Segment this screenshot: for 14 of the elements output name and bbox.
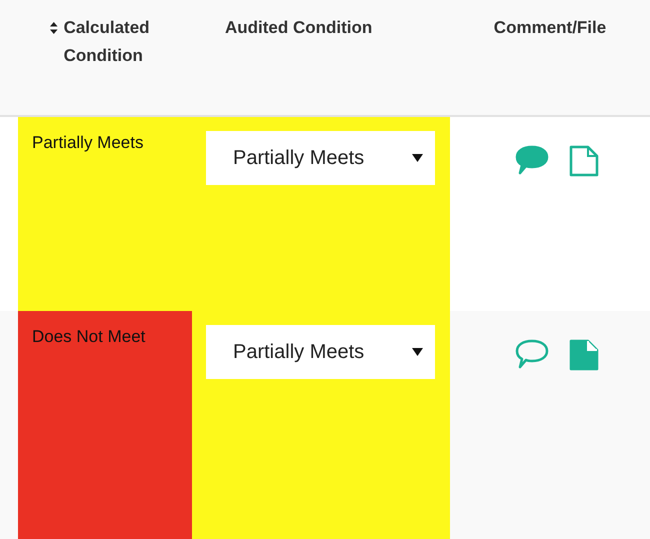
condition-dropdown[interactable]: Partially Meets	[206, 131, 435, 185]
condition-dropdown[interactable]: Partially Meets	[206, 325, 435, 379]
column-header: Audited Condition	[225, 17, 372, 39]
condition-text: Does Not Meet	[32, 327, 146, 346]
sort-icon	[50, 20, 58, 36]
file-icon[interactable]	[569, 145, 599, 177]
caret-icon	[412, 348, 423, 356]
speech-bubble-icon[interactable]	[515, 145, 549, 175]
caret-icon	[412, 154, 423, 162]
column-header: Comment/File	[494, 17, 606, 39]
column-header[interactable]: Calculated Condition	[50, 14, 192, 70]
file-icon[interactable]	[569, 339, 599, 371]
condition-text: Partially Meets	[32, 133, 144, 152]
speech-bubble-icon[interactable]	[515, 339, 549, 369]
